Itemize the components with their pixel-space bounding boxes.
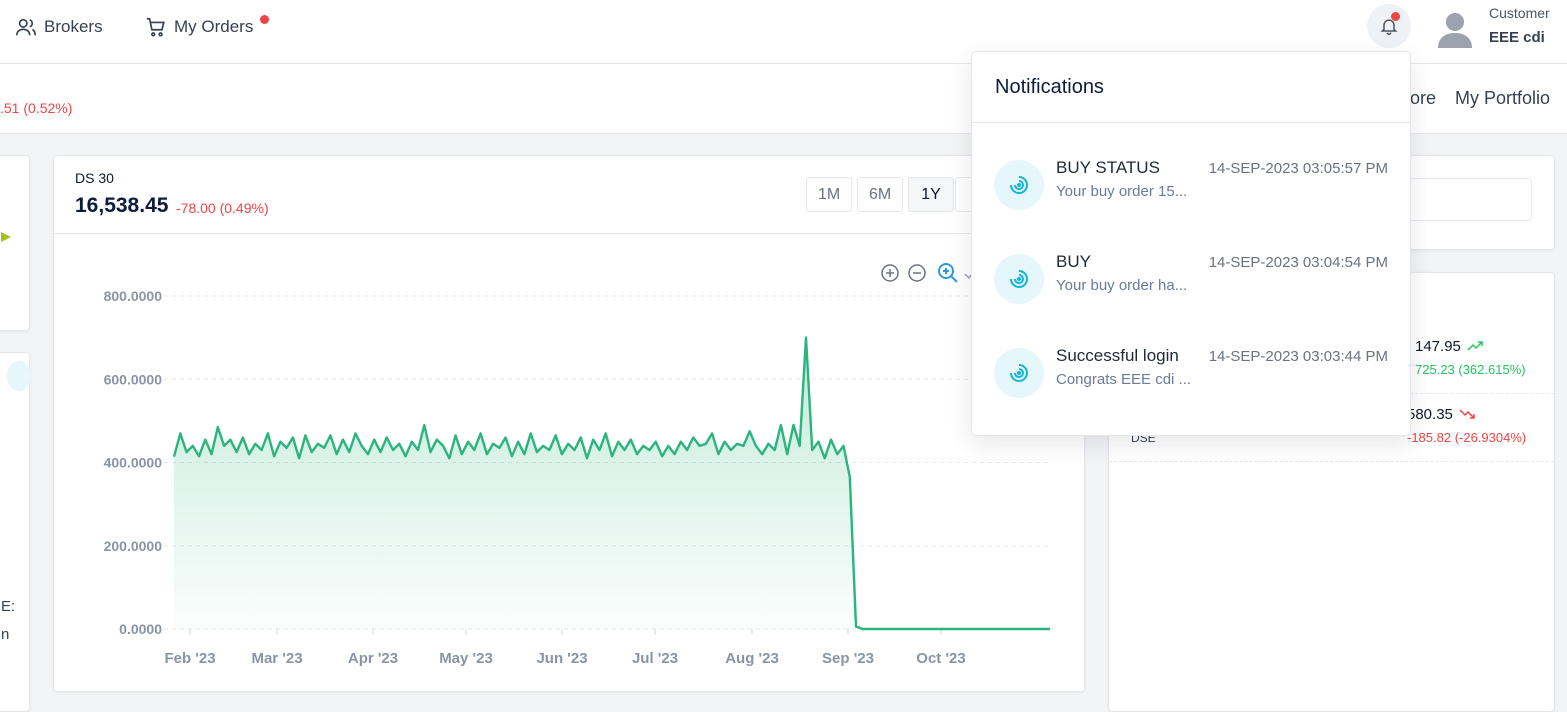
stock-price: 580.35 (1407, 406, 1453, 423)
stock-change: -185.82 (-26.9304%) (1407, 430, 1527, 445)
notifications-title: Notifications (995, 76, 1104, 98)
users-icon (16, 18, 36, 36)
swirl-icon (1010, 176, 1028, 194)
swirl-icon (1010, 364, 1028, 382)
y-tick-label: 800.0000 (104, 288, 163, 304)
notification-item[interactable]: BUY 14-SEP-2023 03:04:54 PM Your buy ord… (972, 243, 1410, 323)
x-tick-label: May '23 (439, 650, 493, 667)
swirl-icon (1010, 270, 1028, 288)
cube-icon (1, 232, 11, 242)
notifications-badge-dot (1391, 12, 1400, 21)
series-area (174, 337, 1050, 629)
notification-time: 14-SEP-2023 03:04:54 PM (1208, 254, 1388, 271)
left-text-fragment-2: n (1, 626, 10, 643)
ticker-change: .51 (0.52%) (0, 100, 73, 116)
notifications-dropdown: Notifications BUY STATUS 14-SEP-2023 03:… (971, 51, 1411, 436)
x-tick-label: Jul '23 (632, 650, 678, 667)
user-role: Customer (1489, 5, 1550, 21)
notification-icon (994, 254, 1044, 304)
nav-brokers[interactable]: Brokers (15, 12, 103, 42)
left-text-fragment-1: E: (1, 598, 16, 615)
avatar[interactable] (1436, 8, 1474, 48)
orders-badge-dot (260, 15, 269, 24)
left-panel-pill (7, 361, 31, 391)
nav-brokers-label: Brokers (44, 17, 103, 36)
index-chart-card: DS 30 16,538.45 -78.00 (0.49%) 1M 6M 1Y … (53, 155, 1085, 692)
y-tick-label: 0.0000 (119, 621, 162, 637)
subnav-my-portfolio[interactable]: My Portfolio (1455, 88, 1550, 109)
zoom-select-icon[interactable] (938, 263, 958, 283)
notification-message: Your buy order ha... (1056, 277, 1188, 294)
y-tick-label: 400.0000 (104, 455, 163, 471)
x-tick-label: Oct '23 (916, 650, 965, 667)
x-tick-label: Aug '23 (725, 650, 779, 667)
stock-change: 725.23 (362.615%) (1415, 362, 1526, 377)
notification-item[interactable]: BUY STATUS 14-SEP-2023 03:05:57 PM Your … (972, 149, 1410, 229)
search-input[interactable] (1399, 178, 1532, 221)
notifications-button[interactable] (1367, 4, 1411, 48)
notification-time: 14-SEP-2023 03:05:57 PM (1208, 160, 1388, 177)
zoom-out-icon[interactable] (908, 264, 926, 282)
stock-price: 147.95 (1415, 338, 1461, 355)
cart-icon (146, 17, 165, 37)
trend-down-icon (1459, 409, 1475, 419)
trend-up-icon (1467, 341, 1483, 351)
nav-my-orders-label: My Orders (174, 17, 254, 36)
y-tick-label: 600.0000 (104, 371, 163, 387)
notification-message: Your buy order 15... (1056, 183, 1188, 200)
x-tick-label: Apr '23 (348, 650, 398, 667)
notification-time: 14-SEP-2023 03:03:44 PM (1208, 348, 1388, 365)
notification-item[interactable]: Successful login 14-SEP-2023 03:03:44 PM… (972, 337, 1410, 417)
index-area-chart[interactable]: 800.0000 600.0000 400.0000 200.0000 0.0000 F… (54, 156, 1086, 693)
y-axis-ticks: 800.0000 600.0000 400.0000 200.0000 0.0000 (104, 288, 163, 637)
notifications-divider (972, 122, 1410, 123)
left-panel-top (0, 155, 30, 331)
notification-message: Congrats EEE cdi ... (1056, 371, 1192, 388)
notification-name: BUY (1056, 252, 1091, 271)
x-tick-label: Feb '23 (164, 650, 215, 667)
x-tick-label: Mar '23 (251, 650, 302, 667)
x-axis-ticks: Feb '23 Mar '23 Apr '23 May '23 Jun '23 Jul '… (164, 629, 966, 667)
subnav-explore[interactable]: ore (1410, 88, 1436, 109)
notification-name: BUY STATUS (1056, 158, 1160, 177)
notification-icon (994, 160, 1044, 210)
left-panel-bottom: E: n (0, 352, 31, 712)
y-tick-label: 200.0000 (104, 538, 163, 554)
notification-icon (994, 348, 1044, 398)
nav-my-orders[interactable]: My Orders (145, 12, 253, 42)
x-tick-label: Sep '23 (822, 650, 874, 667)
x-tick-label: Jun '23 (536, 650, 587, 667)
zoom-in-icon[interactable] (881, 264, 899, 282)
user-name[interactable]: EEE cdi (1489, 29, 1545, 46)
notification-name: Successful login (1056, 346, 1179, 365)
